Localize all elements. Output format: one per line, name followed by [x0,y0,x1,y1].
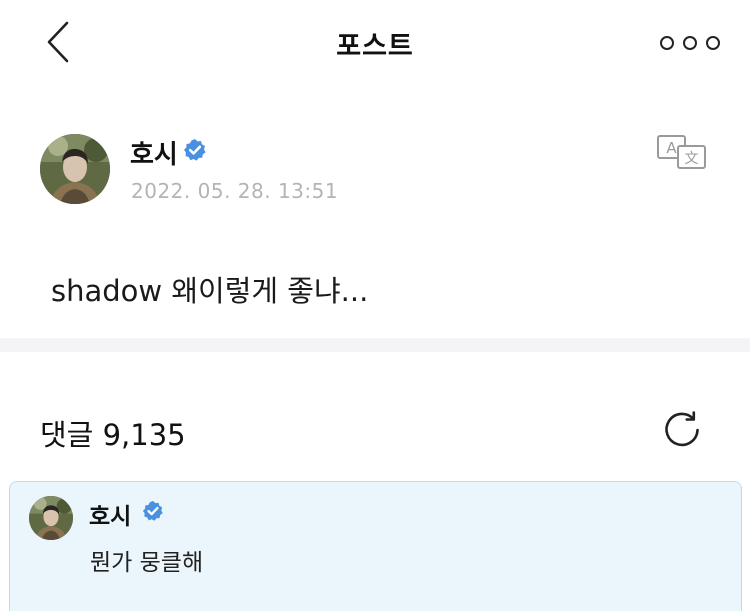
comment-item[interactable]: 호시 뭔가 뭉클해 [9,481,742,611]
comments-count: 9,135 [102,418,186,452]
comments-header: 댓글 9,135 [0,352,750,480]
avatar-image [29,496,73,540]
avatar-image [40,134,110,204]
post-card: 호시 2022. 05. 28. 13:51 A 文 shadow 왜이렇게 좋… [0,88,750,338]
refresh-comments-button[interactable] [660,408,704,452]
comment-author-name[interactable]: 호시 [89,497,131,531]
more-horizontal-icon-dot [683,36,697,50]
more-horizontal-icon-dot [706,36,720,50]
top-bar: 포스트 [0,0,750,88]
section-divider [0,338,750,352]
comment-body: 뭔가 뭉클해 [90,550,204,576]
translate-icon: A 文 [657,135,706,169]
translate-button[interactable]: A 文 [656,134,708,170]
svg-text:文: 文 [685,151,699,167]
more-options-button[interactable] [660,28,720,58]
post-body: shadow 왜이렇게 좋냐... [51,274,369,308]
refresh-icon [665,411,699,447]
more-horizontal-icon [660,36,674,50]
author-name[interactable]: 호시 [130,134,178,171]
comments-label: 댓글 [40,418,94,452]
post-timestamp: 2022. 05. 28. 13:51 [131,179,339,203]
author-avatar[interactable] [40,134,110,204]
svg-text:A: A [666,139,677,157]
comments-count-label: 댓글 9,135 [40,412,186,454]
verified-badge-icon [184,139,206,161]
page-title: 포스트 [336,31,414,62]
comment-author-avatar[interactable] [29,496,73,540]
verified-badge-icon [142,500,163,521]
